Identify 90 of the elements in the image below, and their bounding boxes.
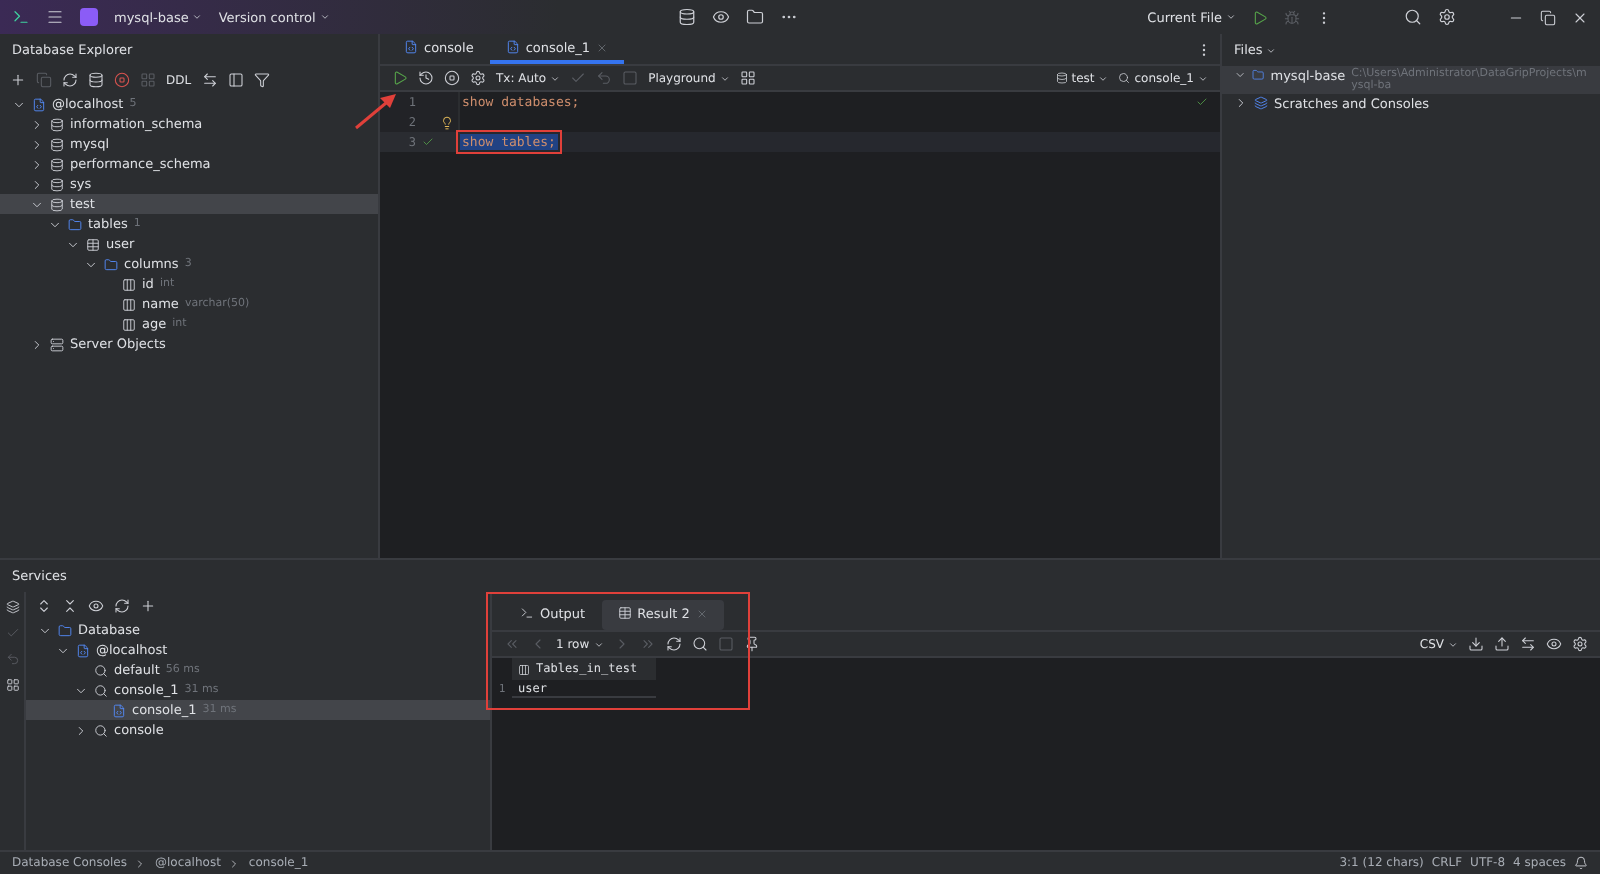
chevron-down-icon[interactable]	[74, 683, 88, 697]
refresh-icon[interactable]	[62, 72, 78, 88]
menu-icon[interactable]	[46, 8, 64, 26]
chevron-right-icon[interactable]	[30, 337, 44, 351]
session-icon	[94, 663, 108, 677]
chevron-right-icon[interactable]	[1234, 96, 1248, 110]
column-icon	[122, 317, 136, 331]
schema-icon	[50, 157, 64, 171]
chevron-right-icon[interactable]	[30, 137, 44, 151]
project-icon	[80, 8, 98, 26]
chevron-down-icon[interactable]	[66, 237, 80, 251]
chevron-down-icon[interactable]	[56, 643, 70, 657]
session-icon	[94, 723, 108, 737]
chevron-right-icon[interactable]	[30, 177, 44, 191]
check-icon	[1196, 96, 1208, 108]
grid-icon[interactable]	[739, 70, 756, 86]
collapse-all-icon[interactable]	[62, 598, 78, 614]
transaction-icon[interactable]	[5, 600, 19, 614]
lightbulb-icon[interactable]	[440, 115, 454, 129]
filter-icon[interactable]	[253, 72, 270, 88]
chevron-down-icon[interactable]	[84, 257, 98, 271]
folder-icon	[58, 623, 72, 637]
schema-icon	[50, 177, 64, 191]
schema-icon	[50, 117, 64, 131]
database-icon[interactable]	[88, 72, 104, 88]
folder-icon[interactable]	[746, 8, 765, 26]
chevron-down-icon[interactable]	[38, 623, 52, 637]
caret-icon	[1226, 12, 1237, 22]
chevron-right-icon[interactable]	[30, 117, 44, 131]
check-icon	[422, 136, 434, 148]
close-icon[interactable]	[1572, 9, 1589, 25]
add-icon[interactable]	[140, 598, 156, 614]
chevron-right-icon	[228, 857, 241, 869]
chevron-down-icon[interactable]	[48, 217, 62, 231]
chevron-right-icon[interactable]	[74, 723, 88, 737]
search-icon[interactable]	[691, 636, 708, 652]
run-icon[interactable]	[1252, 9, 1269, 25]
search-icon[interactable]	[1404, 8, 1423, 26]
jump-icon[interactable]	[201, 72, 218, 88]
notifications-icon[interactable]	[1574, 856, 1588, 870]
chevron-down-icon[interactable]	[12, 97, 26, 111]
expand-all-icon[interactable]	[36, 598, 52, 614]
caret-icon	[192, 12, 203, 22]
schema-icon	[50, 137, 64, 151]
column-icon	[518, 663, 530, 675]
grid-icon[interactable]	[5, 678, 19, 692]
caret-icon	[719, 73, 730, 83]
settings-icon[interactable]	[1572, 636, 1588, 652]
download-icon[interactable]	[1468, 636, 1484, 652]
caret-icon	[1448, 639, 1458, 649]
restore-icon[interactable]	[1540, 9, 1557, 25]
chevron-down-icon[interactable]	[30, 197, 44, 211]
view-icon[interactable]	[88, 598, 104, 614]
pin-icon[interactable]	[743, 636, 760, 652]
history-icon[interactable]	[418, 70, 434, 86]
folder-icon	[68, 217, 82, 231]
chevron-right-icon[interactable]	[30, 157, 44, 171]
folder-icon	[104, 257, 118, 271]
session-icon	[1118, 72, 1131, 84]
caret-icon	[1098, 73, 1109, 83]
settings-icon[interactable]	[1438, 8, 1457, 26]
chevron-right-icon	[134, 857, 147, 869]
table-icon	[86, 237, 100, 251]
terminal-icon	[520, 606, 534, 620]
column-icon	[122, 277, 136, 291]
caret-icon	[1198, 73, 1208, 83]
refresh-icon[interactable]	[114, 598, 130, 614]
column-icon	[122, 297, 136, 311]
caret-icon	[550, 73, 561, 83]
add-icon[interactable]	[10, 72, 26, 88]
folder-icon	[1252, 68, 1265, 82]
services-icon[interactable]	[712, 8, 731, 26]
compare-icon[interactable]	[1520, 636, 1536, 652]
view-icon[interactable]	[1546, 636, 1562, 652]
chevron-down-icon[interactable]	[1234, 68, 1247, 82]
settings-icon[interactable]	[470, 70, 486, 86]
schema-icon	[50, 197, 64, 211]
upload-icon[interactable]	[1494, 636, 1510, 652]
app-logo-icon[interactable]	[12, 8, 30, 26]
session-icon	[94, 683, 108, 697]
scratches-icon	[1254, 96, 1268, 110]
refresh-icon[interactable]	[665, 636, 682, 652]
schema-icon	[1055, 72, 1068, 84]
caret-icon	[1266, 45, 1277, 55]
database-icon[interactable]	[678, 8, 697, 26]
table-icon	[617, 606, 632, 620]
caret-icon	[319, 12, 330, 22]
server-icon	[50, 337, 64, 351]
caret-icon	[593, 639, 604, 649]
run-icon[interactable]	[392, 70, 408, 86]
